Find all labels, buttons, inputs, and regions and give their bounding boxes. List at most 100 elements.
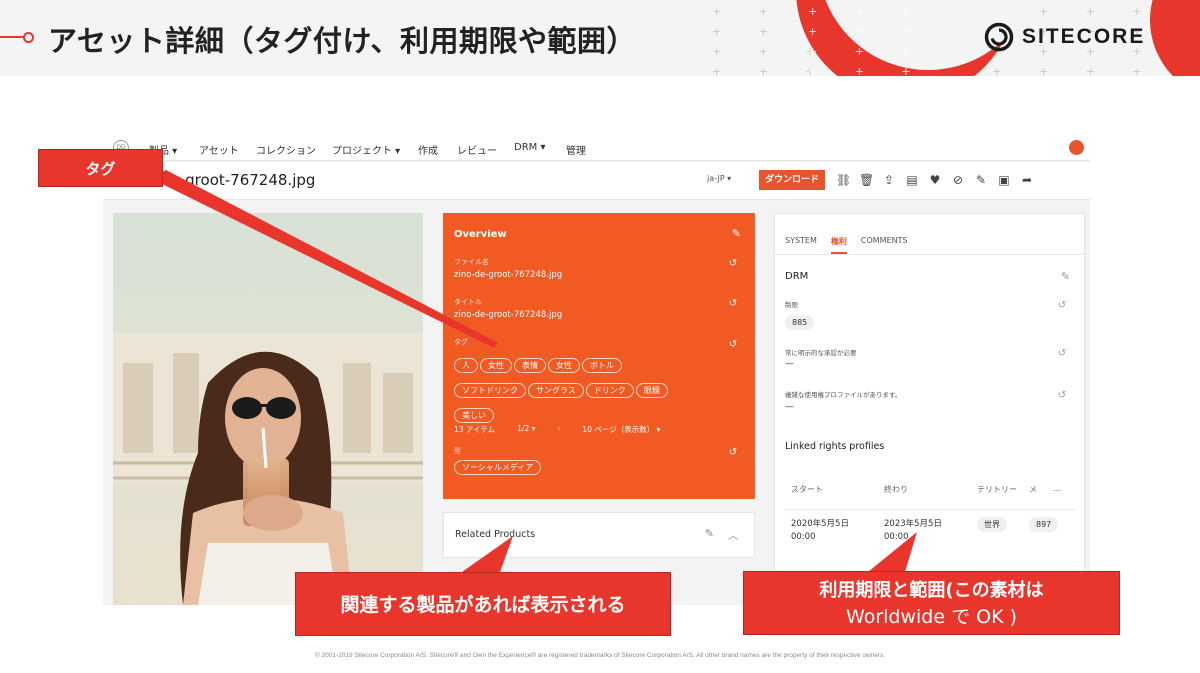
- column-start[interactable]: スタート: [791, 484, 823, 495]
- sitecore-logo: SITECORE: [984, 22, 1145, 52]
- tag-chip[interactable]: ドリンク: [585, 383, 634, 398]
- title-label: タイトル: [454, 298, 482, 306]
- heart-icon[interactable]: ♥: [928, 171, 942, 189]
- tag-chip[interactable]: 眼鏡: [635, 383, 668, 398]
- row-start-time: 00:00: [791, 532, 816, 542]
- nav-item-review[interactable]: レビュー: [457, 142, 497, 157]
- row-start-date: 2020年5月5日: [791, 519, 849, 529]
- nav-item-create[interactable]: 作成: [418, 142, 438, 157]
- chevron-up-icon[interactable]: ︿: [728, 527, 738, 542]
- history-icon[interactable]: ↺: [1056, 348, 1068, 360]
- slide-header: アセット詳細（タグ付け、利用期限や範囲） + + + + + + + + + +…: [0, 0, 1200, 76]
- drm-title: DRM: [785, 271, 809, 282]
- brand-name: SITECORE: [1022, 25, 1146, 48]
- tag-pager: 13 アイテム 1/2 ▾ › 10 ページ（表示数） ▾: [454, 424, 660, 435]
- column-territory[interactable]: テリトリー: [977, 484, 1017, 495]
- approval-label: 常に明示的な承認が必要: [785, 349, 857, 357]
- column-media[interactable]: メ: [1029, 484, 1037, 495]
- history-icon[interactable]: ↺: [727, 339, 739, 351]
- next-page-button[interactable]: ›: [557, 424, 560, 435]
- per-page-select[interactable]: 10 ページ（表示数） ▾: [582, 424, 660, 435]
- tab-rights[interactable]: 権利: [830, 236, 847, 254]
- tag-chip[interactable]: サングラス: [528, 383, 584, 398]
- file-name-value: zino-de-groot-767248.jpg: [454, 270, 563, 280]
- comment-icon[interactable]: ▤: [905, 171, 919, 189]
- tag-list: 人女性 表情 女性 ボトル ソフトドリンク サングラス ドリンク 眼鏡 美しい: [454, 353, 694, 428]
- history-icon[interactable]: ↺: [727, 258, 739, 270]
- restriction-value: 885: [785, 315, 815, 330]
- row-territory: 世界: [977, 517, 1007, 532]
- slide-title: アセット詳細（タグ付け、利用期限や範囲）: [48, 24, 636, 58]
- page-select[interactable]: 1/2 ▾: [517, 424, 535, 435]
- link-icon[interactable]: ⛓: [836, 171, 851, 189]
- top-nav: DD 製品 ▾ アセット コレクション プロジェクト ▾ 作成 レビュー DRM…: [103, 135, 1090, 161]
- nav-item-drm[interactable]: DRM ▾: [514, 142, 545, 153]
- user-avatar[interactable]: [1069, 140, 1084, 155]
- title-bullet-icon: [0, 32, 34, 43]
- asset-title: de-groot-767248.jpg: [161, 171, 316, 189]
- upload-icon[interactable]: ⇪: [882, 171, 896, 189]
- callout-related: 関連する製品があれば表示される: [295, 572, 671, 636]
- file-name-label: ファイル名: [454, 258, 489, 266]
- nav-item-projects[interactable]: プロジェクト ▾: [332, 142, 400, 157]
- rights-tabs: SYSTEM 権利 COMMENTS: [785, 236, 908, 254]
- copyright-footer: © 2001-2019 Sitecore Corporation A/S. Si…: [314, 652, 886, 659]
- pencil-icon[interactable]: ✎: [705, 527, 714, 540]
- tag-chip[interactable]: 女性: [480, 358, 512, 373]
- app-screenshot: DD 製品 ▾ アセット コレクション プロジェクト ▾ 作成 レビュー DRM…: [103, 135, 1090, 605]
- overview-heading: Overview: [454, 229, 507, 240]
- profiles-label: 複雑な使用権プロファイルがあります。: [785, 391, 902, 399]
- nav-item-admin[interactable]: 管理: [566, 142, 586, 157]
- unlike-icon[interactable]: ⊘: [951, 171, 965, 189]
- trash-icon[interactable]: 🗑: [859, 171, 874, 189]
- tag-chip[interactable]: 美しい: [454, 408, 494, 423]
- tag-chip[interactable]: 女性: [548, 358, 580, 373]
- row-end-date: 2023年5月5日: [884, 519, 942, 529]
- tab-comments[interactable]: COMMENTS: [861, 236, 908, 254]
- rights-panel: SYSTEM 権利 COMMENTS DRM ✎ 制限 885 ↺ 常に明示的な…: [774, 213, 1086, 605]
- language-select[interactable]: ja-JP ▾: [707, 174, 731, 183]
- restriction-label: 制限: [785, 301, 798, 309]
- pencil-icon[interactable]: ✎: [1061, 270, 1070, 283]
- history-icon[interactable]: ↺: [727, 447, 739, 459]
- callout-tag: タグ: [38, 149, 163, 187]
- tab-system[interactable]: SYSTEM: [785, 236, 817, 254]
- nav-item-assets[interactable]: アセット: [199, 142, 239, 157]
- column-end[interactable]: 終わり: [884, 484, 908, 495]
- download-button[interactable]: ダウンロード: [759, 170, 825, 190]
- table-row[interactable]: 2020年5月5日 00:00 2023年5月5日 00:00 世界 897: [785, 517, 1075, 548]
- asset-preview-image: [113, 213, 423, 605]
- sitecore-mark-icon: [984, 22, 1014, 52]
- pencil-icon[interactable]: ✎: [732, 227, 741, 240]
- items-count: 13 アイテム: [454, 425, 496, 434]
- type-label: 型: [454, 447, 461, 455]
- edit-icon[interactable]: ✎: [974, 171, 988, 189]
- linked-rights-title: Linked rights profiles: [785, 441, 885, 452]
- callout-rights-line1: 利用期限と範囲(この素材は: [819, 580, 1044, 601]
- history-icon[interactable]: ↺: [727, 298, 739, 310]
- tag-chip[interactable]: ソフトドリンク: [454, 383, 526, 398]
- callout-rights: 利用期限と範囲(この素材は Worldwide で OK ): [743, 571, 1120, 635]
- tag-chip[interactable]: 表情: [514, 358, 546, 373]
- history-icon[interactable]: ↺: [1056, 300, 1068, 312]
- history-icon[interactable]: ↺: [1056, 390, 1068, 402]
- profiles-value: —: [785, 402, 794, 412]
- asset-toolbar: ⛓ 🗑 ⇪ ▤ ♥ ⊘ ✎ ▣ ➦: [836, 171, 1034, 189]
- tag-chip[interactable]: 人: [454, 358, 478, 373]
- asset-titlebar: de-groot-767248.jpg ja-JP ▾ ダウンロード ⛓ 🗑 ⇪…: [103, 162, 1090, 200]
- archive-icon[interactable]: ▣: [997, 171, 1011, 189]
- column-more[interactable]: …: [1053, 484, 1061, 493]
- plus-pattern-red: + + + + + + + + + + + +: [808, 5, 911, 76]
- type-chip[interactable]: ソーシャルメディア: [454, 460, 542, 475]
- table-header: スタート 終わり テリトリー メ …: [785, 484, 1075, 510]
- row-media: 897: [1029, 517, 1059, 532]
- approval-value: —: [785, 359, 794, 369]
- title-value: zino-de-groot-767248.jpg: [454, 310, 563, 320]
- share-icon[interactable]: ➦: [1020, 171, 1034, 189]
- tag-chip[interactable]: ボトル: [582, 358, 622, 373]
- related-products-panel: Related Products ✎ ︿: [443, 512, 755, 558]
- callout-rights-line2: Worldwide で OK ): [846, 606, 1017, 628]
- tags-label: タグ: [454, 338, 468, 346]
- related-products-title: Related Products: [455, 529, 536, 540]
- nav-item-collections[interactable]: コレクション: [256, 142, 316, 157]
